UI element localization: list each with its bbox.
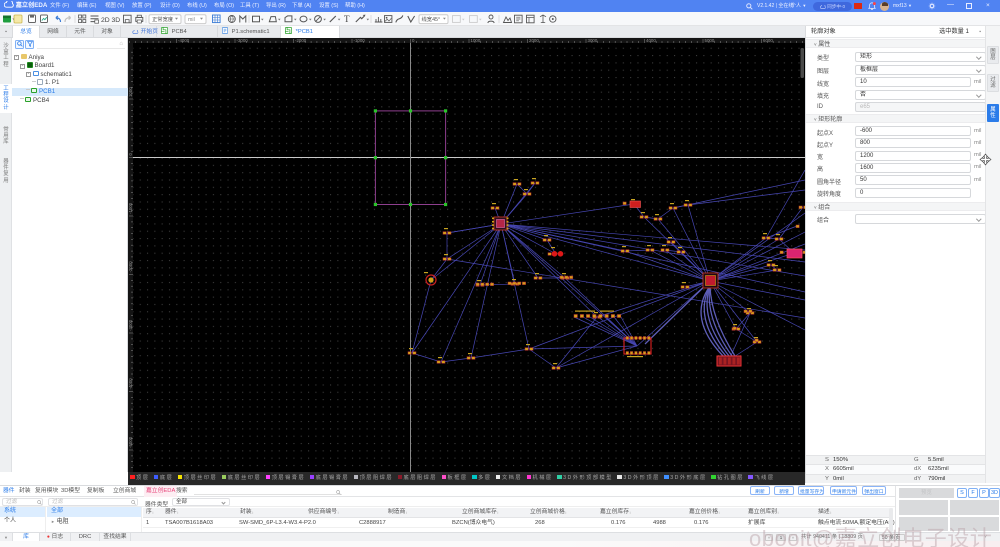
svg-text:正常宽度: 正常宽度 [152, 15, 174, 23]
svg-text:5000: 5000 [705, 38, 715, 43]
svg-text:6000: 6000 [763, 38, 773, 43]
svg-text:线宽45°: 线宽45° [422, 15, 441, 23]
svg-text:2D: 2D [101, 17, 110, 24]
svg-text:1000: 1000 [128, 87, 133, 97]
svg-text:3D: 3D [112, 17, 121, 24]
svg-text:3000: 3000 [588, 38, 598, 43]
svg-text:-1000: -1000 [128, 202, 133, 214]
svg-text:2000: 2000 [529, 38, 539, 43]
svg-text:-2000: -2000 [128, 261, 133, 273]
svg-text:1000: 1000 [471, 38, 481, 43]
svg-text:T: T [344, 14, 350, 24]
svg-text:4000: 4000 [646, 38, 656, 43]
svg-text:-3000: -3000 [128, 319, 133, 331]
svg-text:-5000: -5000 [128, 436, 133, 448]
svg-text:-4000: -4000 [128, 378, 133, 390]
svg-text:mil: mil [188, 17, 195, 23]
